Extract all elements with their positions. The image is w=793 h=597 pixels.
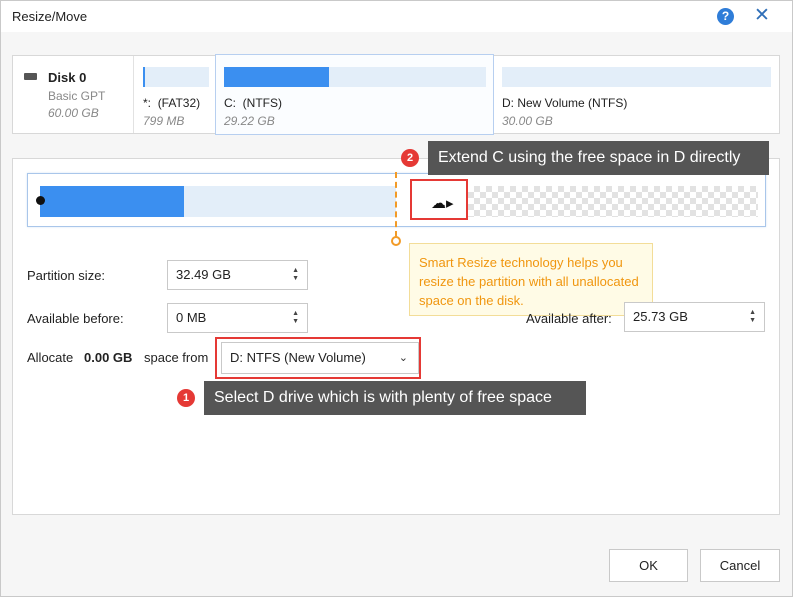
partition-usage-bar [143,67,209,87]
highlight-box-drag-handle [410,179,468,220]
resize-guide-dot [391,236,401,246]
step-badge-2: 2 [401,149,419,167]
partition-usage-bar [224,67,486,87]
disk-size: 60.00 GB [48,106,99,120]
highlight-box-source-select [215,337,421,379]
partition-used-area [40,186,184,217]
stepper-arrows-icon[interactable]: ▲ ▼ [292,310,299,326]
unallocated-space [468,186,758,217]
resize-move-dialog: Resize/Move ? ✕ Disk 0 Basic GPT 60.00 G… [0,0,793,597]
callout-step-1: Select D drive which is with plenty of f… [204,381,586,415]
partition-size-field[interactable]: 32.49 GB ▲ ▼ [167,260,308,290]
resize-guide-line [395,172,397,237]
space-from-label: space from [144,350,209,365]
ok-button[interactable]: OK [609,549,688,582]
partition-usage-fill [224,67,329,87]
available-after-field[interactable]: 25.73 GB ▲ ▼ [624,302,765,332]
available-before-label: Available before: [27,311,124,326]
partition-label: D: New Volume (NTFS) [502,96,628,110]
left-resize-handle[interactable] [36,196,45,205]
available-before-field[interactable]: 0 MB ▲ ▼ [167,303,308,333]
cancel-button[interactable]: Cancel [700,549,780,582]
partition-label: C: (NTFS) [224,96,282,110]
available-after-label: Available after: [526,311,612,326]
allocate-label: Allocate [27,350,74,365]
stepper-arrows-icon[interactable]: ▲ ▼ [292,267,299,283]
callout-step-2: Extend C using the free space in D direc… [428,141,769,175]
disk-icon [24,73,37,80]
allocate-value: 0.00 GB [84,350,133,365]
partition-size: 29.22 GB [224,114,275,128]
help-icon[interactable]: ? [717,8,734,25]
disk-name: Disk 0 [48,70,87,85]
window-title: Resize/Move [12,9,88,24]
stepper-arrows-icon[interactable]: ▲ ▼ [749,309,756,325]
partition-usage-fill [143,67,145,87]
partition-fat32[interactable]: *: (FAT32) 799 MB [135,56,215,133]
partition-label: *: (FAT32) [143,96,201,110]
step-badge-1: 1 [177,389,195,407]
partition-c[interactable]: C: (NTFS) 29.22 GB [215,54,494,135]
smart-resize-tooltip: Smart Resize technology helps you resize… [409,243,653,316]
disk-map: Disk 0 Basic GPT 60.00 GB *: (FAT32) 799… [12,54,780,135]
partition-size: 799 MB [143,114,185,128]
partition-size: 30.00 GB [502,114,553,128]
partition-size-label: Partition size: [27,268,106,283]
disk-info: Disk 0 Basic GPT 60.00 GB [13,56,134,133]
close-icon[interactable]: ✕ [752,5,772,27]
partition-usage-bar [502,67,771,87]
partition-d[interactable]: D: New Volume (NTFS) 30.00 GB [494,56,780,133]
title-bar: Resize/Move ? ✕ [1,1,792,32]
disk-type: Basic GPT [48,89,106,103]
